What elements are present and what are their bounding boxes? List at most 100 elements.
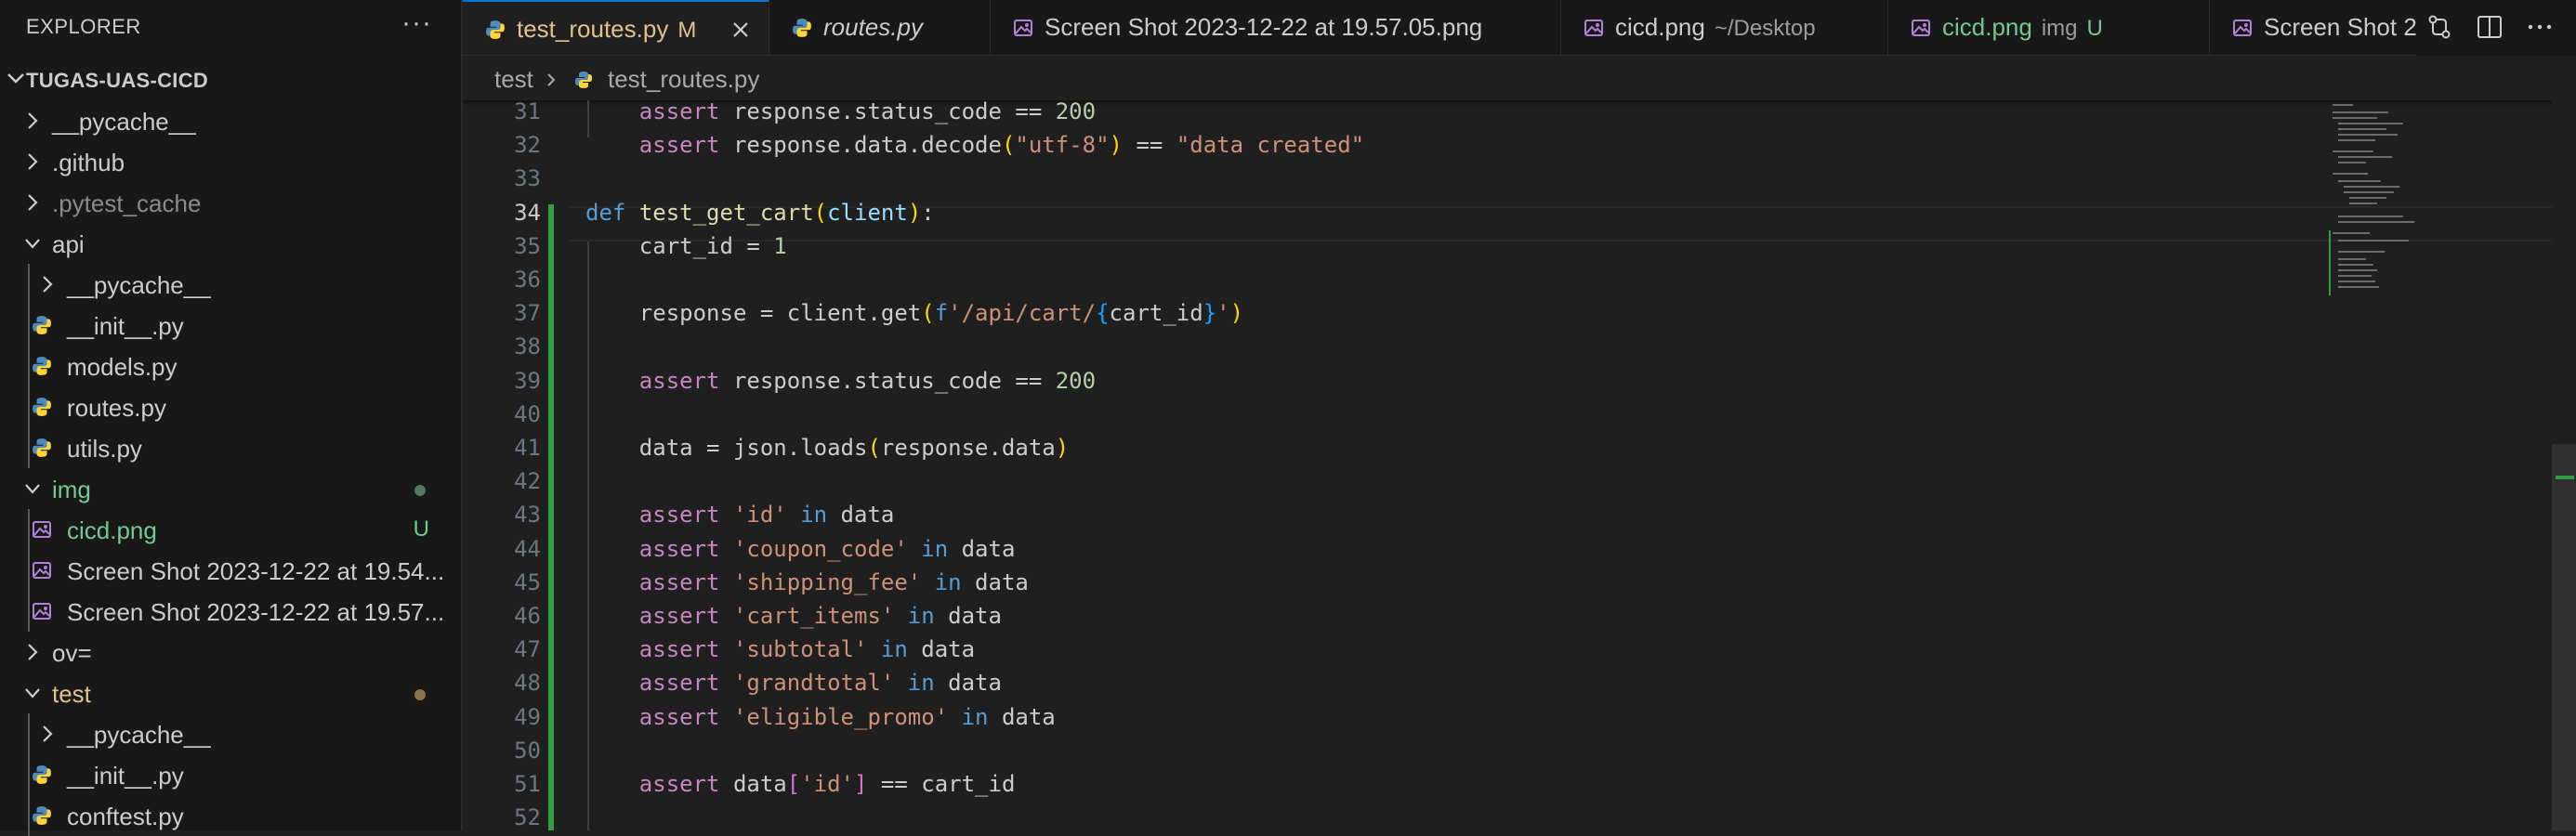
tab-filename: Screen Shot 20 [2264, 13, 2431, 41]
tree-item-img[interactable]: img [0, 468, 461, 509]
code-text: assert 'subtotal' in data [585, 636, 975, 662]
code-token: 'id' [800, 771, 854, 797]
tree-item-conftest-py[interactable]: conftest.py [0, 795, 461, 836]
code-token: 'coupon_code' [732, 535, 908, 562]
code-line[interactable]: 42 [463, 464, 2321, 498]
code-line[interactable]: 31 assert response.status_code == 200 [463, 100, 2321, 128]
more-actions-icon[interactable] [2526, 13, 2554, 41]
tab-label: Screen Shot 2023-12-22 at 19.57.05.png [1045, 13, 1482, 42]
code-token: assert [638, 132, 720, 159]
tab-filename: test_routes.py [517, 15, 669, 43]
code-line[interactable]: 45 assert 'shipping_fee' in data [463, 566, 2321, 599]
tree-item-pytest-cache[interactable]: .pytest_cache [0, 182, 461, 223]
code-token: 200 [1055, 100, 1097, 124]
code-token: ( [921, 300, 935, 327]
tab-filename: Screen Shot 2023-12-22 at 19.57.05.png [1045, 13, 1483, 41]
code-line[interactable]: 40 [463, 398, 2321, 431]
tree-item-cicd-png[interactable]: cicd.png U [0, 509, 461, 550]
tab-filename: cicd.png [1615, 13, 1705, 41]
code-token: response.data.decode [719, 132, 1002, 159]
code-line[interactable]: 48 assert 'grandtotal' in data [463, 666, 2321, 699]
tree-item-pycache[interactable]: __pycache__ [0, 264, 461, 305]
code-line[interactable]: 39 assert response.status_code == 200 [463, 364, 2321, 398]
split-editor-icon[interactable] [2476, 13, 2504, 41]
tab-label: test_routes.py M [517, 15, 696, 44]
code-token: "utf-8" [1015, 132, 1110, 159]
tree-item-api[interactable]: api [0, 223, 461, 264]
code-line[interactable]: 49 assert 'eligible_promo' in data [463, 700, 2321, 734]
tab-routes-py[interactable]: routes.py [769, 0, 991, 55]
tree-item-label: __pycache__ [67, 721, 211, 749]
code-line[interactable]: 52 [463, 801, 2321, 830]
code-token: assert [638, 636, 720, 663]
open-changes-icon[interactable] [2425, 13, 2453, 41]
tab-cicd-png[interactable]: cicd.png ~/Desktop [1561, 0, 1888, 55]
code-line[interactable]: 38 [463, 330, 2321, 363]
tree-item-screen-shot-2023-12-22-at-19-57[interactable]: Screen Shot 2023-12-22 at 19.57... [0, 591, 461, 632]
code-token: response.status_code == [719, 100, 1056, 124]
tab-label: cicd.png ~/Desktop [1615, 13, 1816, 42]
code-line[interactable]: 47 assert 'subtotal' in data [463, 633, 2321, 666]
code-token: cart_id [1109, 300, 1203, 327]
code-line[interactable]: 51 assert data['id'] == cart_id [463, 767, 2321, 801]
tree-item-pycache[interactable]: __pycache__ [0, 100, 461, 141]
code-line[interactable]: 37 response = client.get(f'/api/cart/{ca… [463, 296, 2321, 330]
code-line[interactable]: 32 assert response.data.decode("utf-8") … [463, 128, 2321, 162]
code-line[interactable]: 33 [463, 162, 2321, 195]
image-icon [1911, 18, 1931, 38]
code-line[interactable]: 35 cart_id = 1 [463, 229, 2321, 263]
scrollbar-thumb[interactable] [2552, 444, 2576, 830]
code-text: cart_id = 1 [585, 233, 787, 259]
tree-item-init-py[interactable]: __init__.py [0, 754, 461, 795]
minimap[interactable] [2329, 100, 2440, 295]
more-actions-icon[interactable]: ··· [401, 7, 432, 39]
line-number: 32 [514, 132, 541, 159]
tree-item-ov[interactable]: ov= [0, 632, 461, 673]
line-number: 45 [514, 568, 541, 595]
breadcrumb-file[interactable]: test_routes.py [608, 65, 759, 94]
image-icon [1584, 18, 1604, 38]
code-line[interactable]: 34 def test_get_cart(client): [463, 196, 2321, 229]
code-token: assert [638, 603, 720, 629]
tab-cicd-png[interactable]: cicd.png img U [1888, 0, 2210, 55]
tab-test-routes-py[interactable]: test_routes.py M [463, 0, 769, 55]
tree-item-routes-py[interactable]: routes.py [0, 386, 461, 427]
code-token: ( [867, 435, 881, 461]
code-line[interactable]: 41 data = json.loads(response.data) [463, 431, 2321, 464]
code-line[interactable]: 44 assert 'coupon_code' in data [463, 532, 2321, 566]
tab-screen-shot-2023-12-22-at-19-57-05-png[interactable]: Screen Shot 2023-12-22 at 19.57.05.png [991, 0, 1561, 55]
chevron-right-icon [37, 273, 58, 295]
code-token: "data created" [1176, 132, 1365, 159]
scrollbar-change-marker [2556, 476, 2574, 479]
tree-item-screen-shot-2023-12-22-at-19-54[interactable]: Screen Shot 2023-12-22 at 19.54... [0, 550, 461, 591]
close-icon[interactable] [729, 15, 753, 43]
code-line[interactable]: 50 [463, 734, 2321, 767]
tree-item-pycache[interactable]: __pycache__ [0, 713, 461, 754]
tree-item-test[interactable]: test [0, 673, 461, 713]
tree-item-label: test [52, 680, 91, 708]
git-status-badge: U [413, 516, 429, 542]
code-token: 'shipping_fee' [732, 568, 922, 595]
workspace-root[interactable]: TUGAS-UAS-CICD [0, 61, 461, 98]
chevron-down-icon [22, 682, 43, 704]
tree-item-utils-py[interactable]: utils.py [0, 427, 461, 468]
chevron-right-icon [22, 110, 43, 132]
code-line[interactable]: 43 assert 'id' in data [463, 498, 2321, 531]
tree-item-init-py[interactable]: __init__.py [0, 305, 461, 346]
line-number: 40 [514, 400, 541, 427]
tree-item-github[interactable]: .github [0, 141, 461, 182]
code-editor[interactable]: 31 assert response.status_code == 200 32 … [463, 100, 2576, 830]
code-token: data [934, 603, 1002, 629]
code-line[interactable]: 36 [463, 263, 2321, 296]
code-line[interactable]: 46 assert 'cart_items' in data [463, 599, 2321, 633]
tree-item-models-py[interactable]: models.py [0, 346, 461, 386]
breadcrumb-folder[interactable]: test [494, 65, 533, 94]
code-text: assert 'shipping_fee' in data [585, 569, 1029, 595]
editor-tab-bar: test_routes.py M routes.py Screen Shot 2023… [463, 0, 2576, 56]
